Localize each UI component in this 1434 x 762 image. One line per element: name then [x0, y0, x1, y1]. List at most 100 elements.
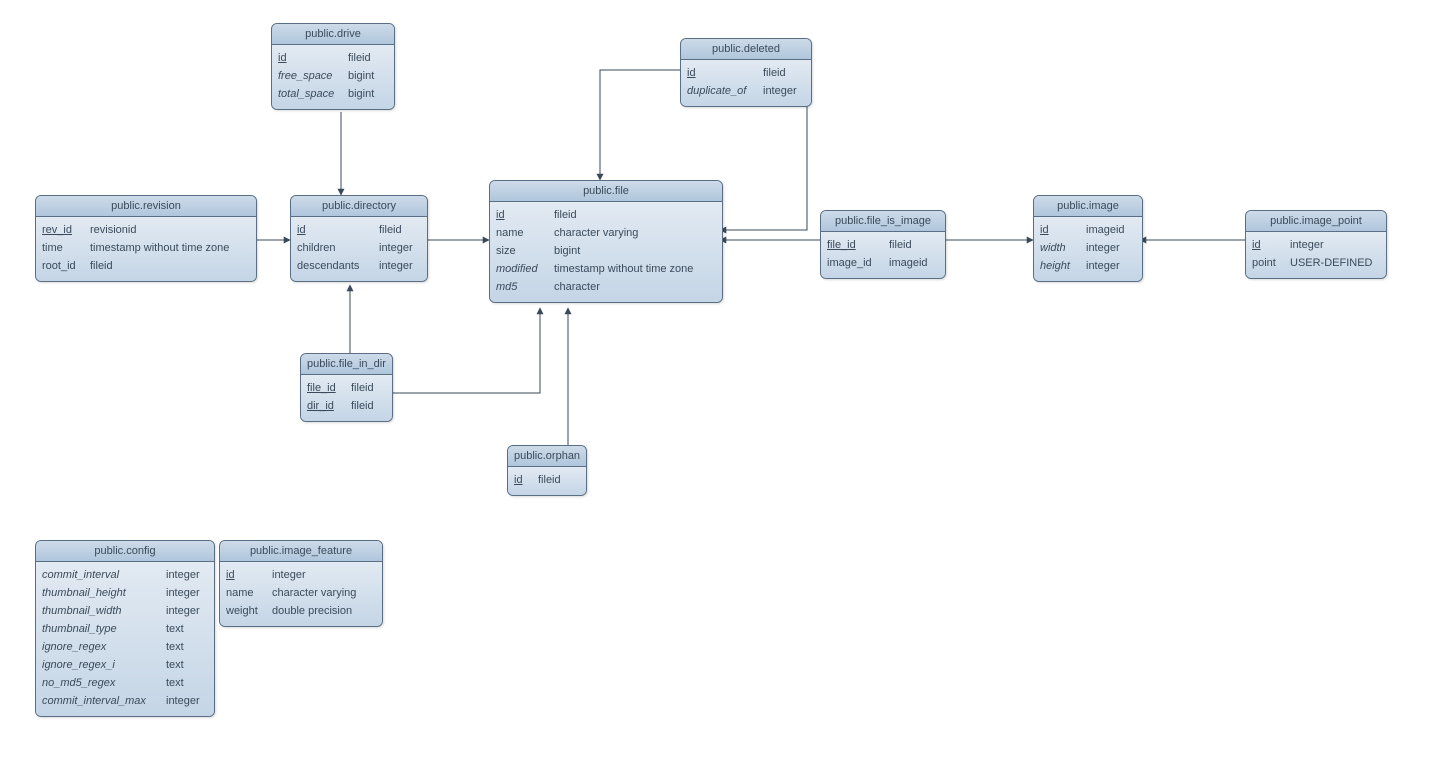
col-type: fileid — [889, 236, 939, 254]
er-relationships — [0, 0, 1434, 762]
col-name: file_id — [827, 236, 883, 254]
col-name: size — [496, 242, 548, 260]
entity-public-file-is-image: public.file_is_image file_id fileid image… — [820, 210, 946, 279]
col-name: no_md5_regex — [42, 674, 160, 692]
col-name: ignore_regex_i — [42, 656, 160, 674]
col-name: id — [496, 206, 548, 224]
col-name: weight — [226, 602, 266, 620]
col-type: fileid — [351, 397, 385, 415]
col-type: integer — [166, 566, 208, 584]
col-type: integer — [379, 257, 421, 275]
col-name: name — [496, 224, 548, 242]
entity-public-image-feature: public.image_feature id integer name chara… — [219, 540, 383, 627]
col-name: thumbnail_width — [42, 602, 160, 620]
entity-title: public.file — [490, 181, 722, 202]
entity-title: public.image_feature — [220, 541, 382, 562]
col-type: revisionid — [90, 221, 250, 239]
col-type: text — [166, 638, 208, 656]
col-name: height — [1040, 257, 1080, 275]
entity-body: id fileid duplicate_of integer — [681, 60, 811, 106]
col-name: duplicate_of — [687, 82, 757, 100]
entity-public-drive: public.drive idfileid free_spacebigint t… — [271, 23, 395, 110]
col-name: id — [278, 49, 342, 67]
entity-title: public.config — [36, 541, 214, 562]
col-type: integer — [1086, 257, 1136, 275]
col-name: ignore_regex — [42, 638, 160, 656]
col-type: integer — [379, 239, 421, 257]
entity-public-deleted: public.deleted id fileid duplicate_of inte… — [680, 38, 812, 107]
entity-public-directory: public.directory id fileid children intege… — [290, 195, 428, 282]
col-name: children — [297, 239, 373, 257]
col-type: bigint — [348, 85, 388, 103]
col-type: integer — [166, 584, 208, 602]
col-name: thumbnail_height — [42, 584, 160, 602]
col-type: fileid — [763, 64, 805, 82]
entity-public-image: public.image id imageid width integer heig… — [1033, 195, 1143, 282]
col-name: commit_interval_max — [42, 692, 160, 710]
entity-title: public.drive — [272, 24, 394, 45]
col-name: width — [1040, 239, 1080, 257]
col-name: id — [1040, 221, 1080, 239]
entity-body: commit_intervalinteger thumbnail_heighti… — [36, 562, 214, 716]
col-name: image_id — [827, 254, 883, 272]
entity-body: idinteger pointUSER-DEFINED — [1246, 232, 1386, 278]
col-type: integer — [1086, 239, 1136, 257]
entity-title: public.image — [1034, 196, 1142, 217]
entity-title: public.orphan — [508, 446, 586, 467]
entity-public-image-point: public.image_point idinteger pointUSER-D… — [1245, 210, 1387, 279]
entity-title: public.revision — [36, 196, 256, 217]
entity-body: idinteger namecharacter varying weightdo… — [220, 562, 382, 626]
entity-title: public.file_is_image — [821, 211, 945, 232]
col-type: character — [554, 278, 716, 296]
col-type: imageid — [889, 254, 939, 272]
col-type: integer — [272, 566, 376, 584]
col-type: fileid — [554, 206, 716, 224]
entity-body: file_id fileid image_id imageid — [821, 232, 945, 278]
col-type: fileid — [348, 49, 388, 67]
col-name: id — [297, 221, 373, 239]
entity-title: public.directory — [291, 196, 427, 217]
col-name: time — [42, 239, 84, 257]
col-name: id — [1252, 236, 1284, 254]
entity-public-config: public.config commit_intervalinteger thu… — [35, 540, 215, 717]
col-type: bigint — [554, 242, 716, 260]
entity-public-orphan: public.orphan idfileid — [507, 445, 587, 496]
col-name: total_space — [278, 85, 342, 103]
col-type: timestamp without time zone — [90, 239, 250, 257]
entity-title: public.file_in_dir — [301, 354, 392, 375]
col-type: fileid — [538, 471, 572, 489]
col-name: rev_id — [42, 221, 84, 239]
col-name: descendants — [297, 257, 373, 275]
entity-body: idfileid namecharacter varying sizebigin… — [490, 202, 722, 302]
col-name: id — [226, 566, 266, 584]
entity-body: idfileid — [508, 467, 586, 495]
entity-body: idfileid free_spacebigint total_spacebig… — [272, 45, 394, 109]
entity-public-file: public.file idfileid namecharacter varyi… — [489, 180, 723, 303]
col-type: fileid — [351, 379, 385, 397]
col-type: integer — [166, 692, 208, 710]
col-name: modified — [496, 260, 548, 278]
col-type: imageid — [1086, 221, 1136, 239]
col-name: md5 — [496, 278, 548, 296]
col-type: text — [166, 620, 208, 638]
col-type: integer — [763, 82, 805, 100]
entity-title: public.deleted — [681, 39, 811, 60]
entity-public-revision: public.revision rev_id revisionid timetim… — [35, 195, 257, 282]
col-type: bigint — [348, 67, 388, 85]
col-type: text — [166, 674, 208, 692]
col-name: id — [687, 64, 757, 82]
col-type: integer — [1290, 236, 1380, 254]
col-name: name — [226, 584, 266, 602]
col-name: root_id — [42, 257, 84, 275]
col-name: dir_id — [307, 397, 345, 415]
entity-body: file_idfileid dir_idfileid — [301, 375, 392, 421]
entity-public-file-in-dir: public.file_in_dir file_idfileid dir_idf… — [300, 353, 393, 422]
col-name: commit_interval — [42, 566, 160, 584]
col-type: USER-DEFINED — [1290, 254, 1380, 272]
entity-body: id fileid children integer descendants inte… — [291, 217, 427, 281]
col-type: fileid — [90, 257, 250, 275]
col-name: file_id — [307, 379, 345, 397]
col-type: character varying — [272, 584, 376, 602]
entity-body: id imageid width integer height integer — [1034, 217, 1142, 281]
col-type: fileid — [379, 221, 421, 239]
